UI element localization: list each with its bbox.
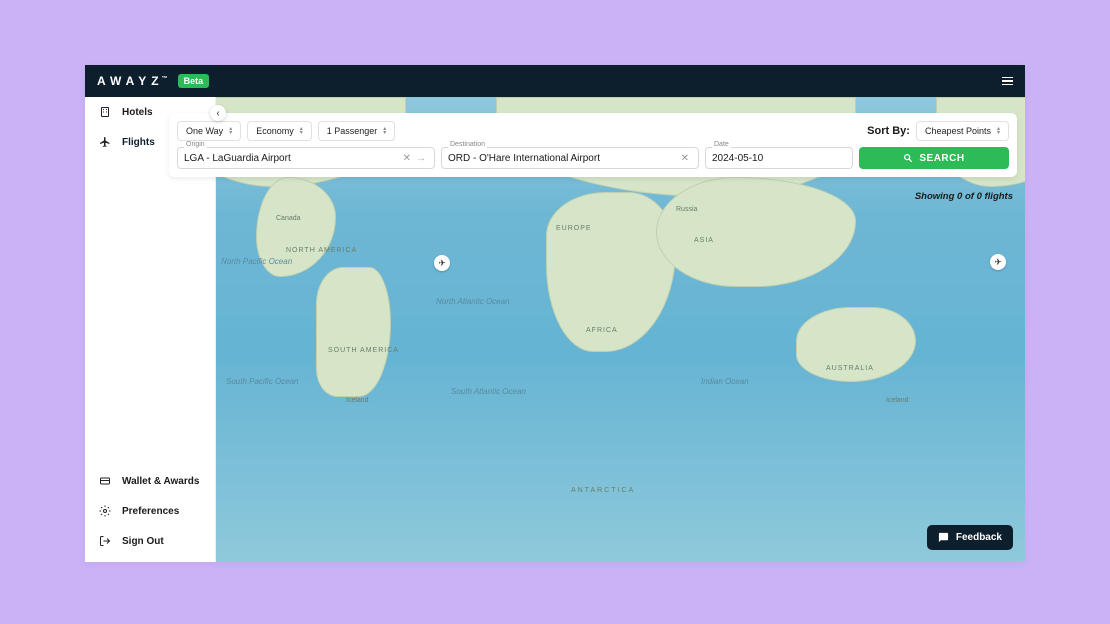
map-label: North Atlantic Ocean bbox=[436, 297, 510, 306]
sort-by-label: Sort By: bbox=[867, 125, 910, 137]
map-label: Iceland bbox=[346, 397, 369, 404]
sidebar-item-label: Hotels bbox=[122, 107, 153, 118]
nav-bottom-group: Wallet & Awards Preferences Sign Out bbox=[85, 466, 215, 562]
search-icon bbox=[903, 153, 913, 163]
origin-input[interactable] bbox=[184, 153, 400, 164]
chat-icon bbox=[938, 532, 949, 543]
gear-icon bbox=[99, 505, 111, 517]
sidebar-item-label: Wallet & Awards bbox=[122, 476, 199, 487]
map-label: South Atlantic Ocean bbox=[451, 387, 526, 396]
sidebar-collapse-button[interactable]: ‹ bbox=[210, 105, 226, 121]
field-label: Destination bbox=[448, 141, 487, 148]
dropdown-label: Economy bbox=[256, 126, 294, 136]
building-icon bbox=[99, 106, 111, 118]
sort-arrows-icon: ▴▾ bbox=[229, 127, 232, 135]
beta-badge: Beta bbox=[178, 74, 210, 88]
map-label: NORTH AMERICA bbox=[286, 247, 357, 254]
search-button[interactable]: SEARCH bbox=[859, 147, 1009, 169]
sidebar-item-wallet[interactable]: Wallet & Awards bbox=[85, 466, 215, 496]
destination-input[interactable] bbox=[448, 153, 678, 164]
sort-arrows-icon: ▴▾ bbox=[997, 127, 1000, 135]
clear-destination-icon[interactable]: ✕ bbox=[678, 153, 692, 164]
map-label: North Pacific Ocean bbox=[221, 257, 292, 266]
dropdown-label: One Way bbox=[186, 126, 223, 136]
hamburger-menu-icon[interactable] bbox=[1002, 77, 1013, 86]
main-area: Hotels Flights Wallet & Awards bbox=[85, 97, 1025, 562]
signout-icon bbox=[99, 535, 111, 547]
sidebar-item-label: Flights bbox=[122, 137, 155, 148]
feedback-button[interactable]: Feedback bbox=[927, 525, 1013, 550]
trip-type-dropdown[interactable]: One Way ▴▾ bbox=[177, 121, 241, 141]
field-label: Date bbox=[712, 141, 731, 148]
date-input[interactable] bbox=[712, 153, 846, 164]
brand-logo: AWAYZ™ bbox=[97, 74, 168, 88]
map-label: AUSTRALIA bbox=[826, 365, 874, 372]
clear-origin-icon[interactable]: ✕ bbox=[400, 153, 414, 164]
sidebar-item-signout[interactable]: Sign Out bbox=[85, 526, 215, 556]
app-frame: AWAYZ™ Beta Hotels Flights bbox=[85, 65, 1025, 562]
map-label: Indian Ocean bbox=[701, 377, 749, 386]
date-field[interactable]: Date bbox=[705, 147, 853, 169]
chevron-left-icon: ‹ bbox=[216, 108, 219, 119]
top-bar: AWAYZ™ Beta bbox=[85, 65, 1025, 97]
swap-icon[interactable]: → bbox=[414, 153, 428, 164]
map-label: EUROPE bbox=[556, 225, 592, 232]
map-label: Canada bbox=[276, 215, 301, 222]
origin-field[interactable]: Origin ✕ → bbox=[177, 147, 435, 169]
feedback-label: Feedback bbox=[956, 532, 1002, 543]
sidebar-item-preferences[interactable]: Preferences bbox=[85, 496, 215, 526]
search-button-label: SEARCH bbox=[919, 153, 964, 164]
sort-arrows-icon: ▴▾ bbox=[383, 127, 386, 135]
map-label: SOUTH AMERICA bbox=[328, 347, 399, 354]
map-label: ASIA bbox=[694, 237, 714, 244]
map-label: Iceland bbox=[886, 397, 909, 404]
sidebar-item-label: Preferences bbox=[122, 506, 179, 517]
cabin-dropdown[interactable]: Economy ▴▾ bbox=[247, 121, 312, 141]
passengers-dropdown[interactable]: 1 Passenger ▴▾ bbox=[318, 121, 396, 141]
map-marker-plane[interactable]: ✈ bbox=[434, 255, 450, 271]
sidebar-item-label: Sign Out bbox=[122, 536, 164, 547]
field-label: Origin bbox=[184, 141, 207, 148]
map-label: South Pacific Ocean bbox=[226, 377, 298, 386]
plane-icon bbox=[99, 136, 111, 148]
map-label: Russia bbox=[676, 206, 697, 213]
dropdown-label: 1 Passenger bbox=[327, 126, 378, 136]
map-marker-plane[interactable]: ✈ bbox=[990, 254, 1006, 270]
destination-field[interactable]: Destination ✕ bbox=[441, 147, 699, 169]
map-label: AFRICA bbox=[586, 327, 618, 334]
dropdown-label: Cheapest Points bbox=[925, 126, 991, 136]
results-count: Showing 0 of 0 flights bbox=[915, 191, 1013, 202]
map-label: ANTARCTICA bbox=[571, 487, 635, 494]
sort-dropdown[interactable]: Cheapest Points ▴▾ bbox=[916, 121, 1009, 141]
wallet-icon bbox=[99, 475, 111, 487]
sort-arrows-icon: ▴▾ bbox=[300, 127, 303, 135]
search-panel: One Way ▴▾ Economy ▴▾ 1 Passenger ▴▾ Sor… bbox=[169, 113, 1017, 177]
